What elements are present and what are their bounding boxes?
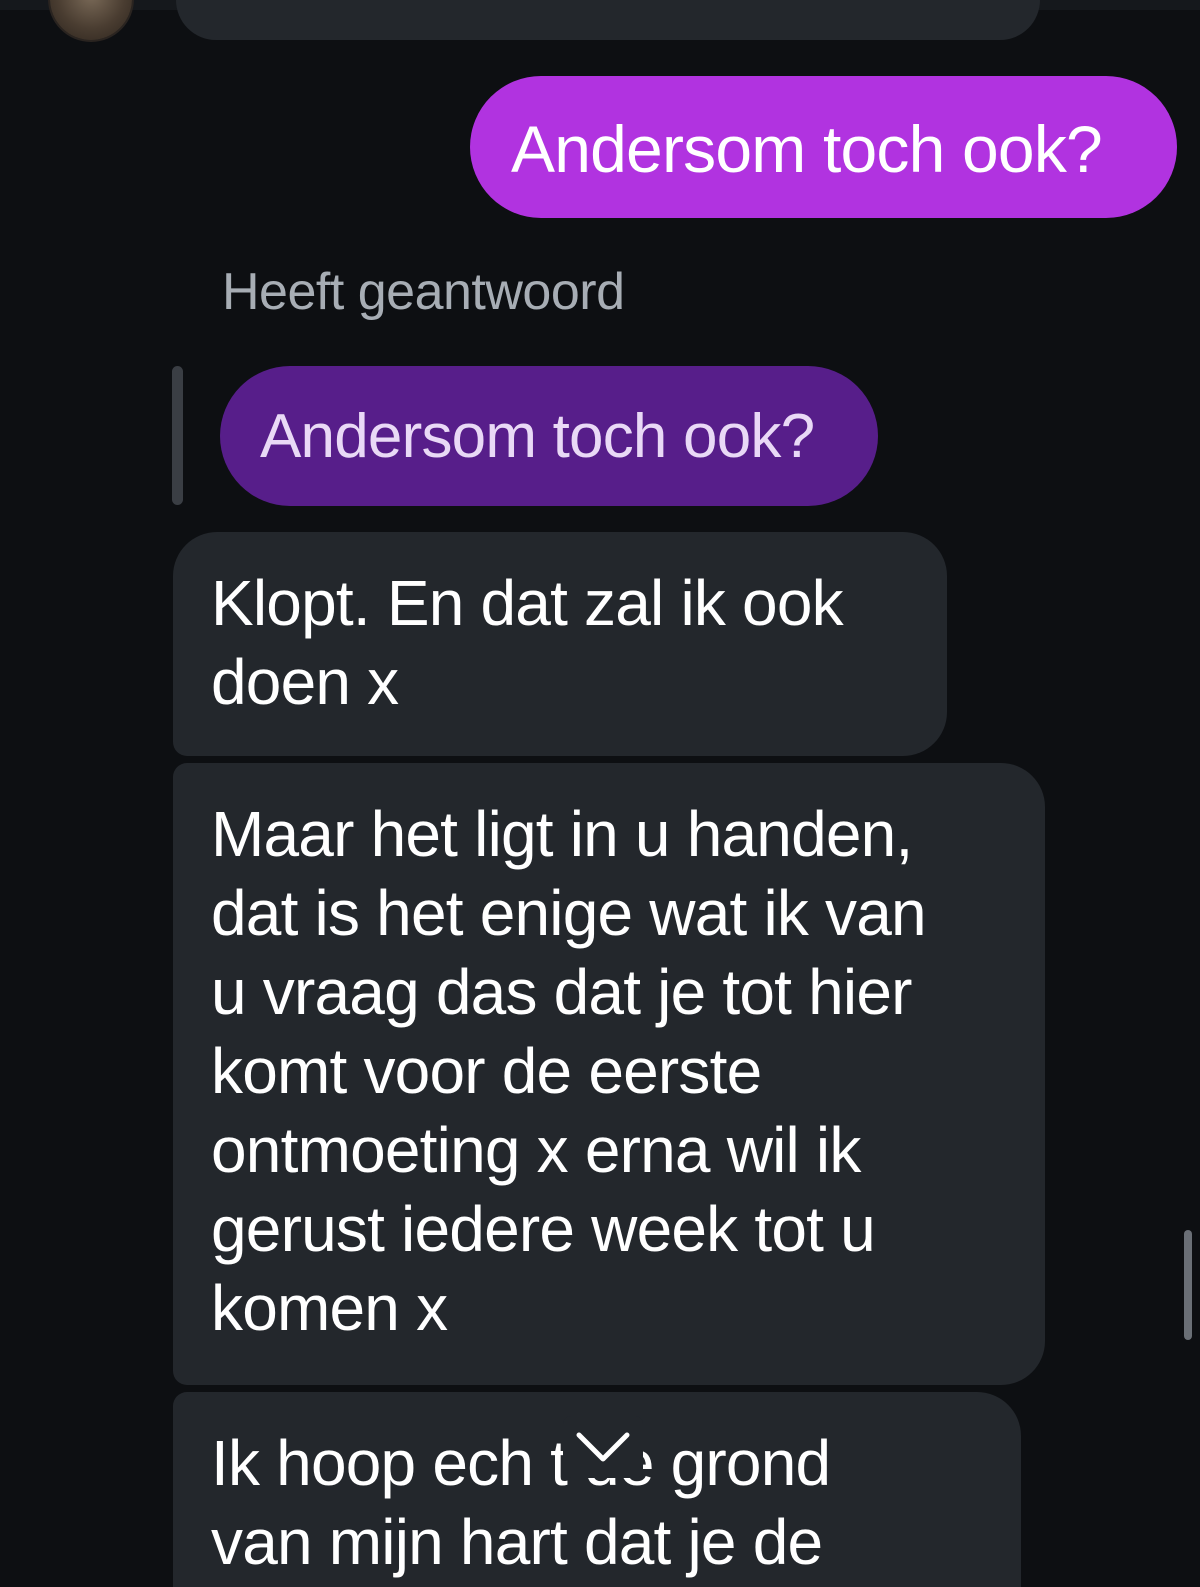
reply-indicator-bar <box>172 366 183 505</box>
reply-label: Heeft geantwoord <box>222 263 625 321</box>
received-message[interactable]: Maar het ligt in u handen, dat is het en… <box>173 763 1045 1385</box>
scrollbar-thumb[interactable] <box>1184 1230 1192 1340</box>
avatar[interactable] <box>50 0 132 40</box>
sent-message[interactable]: Andersom toch ook? <box>470 76 1177 218</box>
previous-message-bubble[interactable] <box>176 0 1040 40</box>
quoted-message[interactable]: Andersom toch ook? <box>220 366 878 506</box>
chat-thread[interactable]: Andersom toch ook? Heeft geantwoord Ande… <box>0 0 1200 1587</box>
received-message[interactable]: Klopt. En dat zal ik ook doen x <box>173 532 947 756</box>
chevron-down-icon <box>576 1432 630 1462</box>
jump-to-latest-button[interactable] <box>563 1416 643 1478</box>
